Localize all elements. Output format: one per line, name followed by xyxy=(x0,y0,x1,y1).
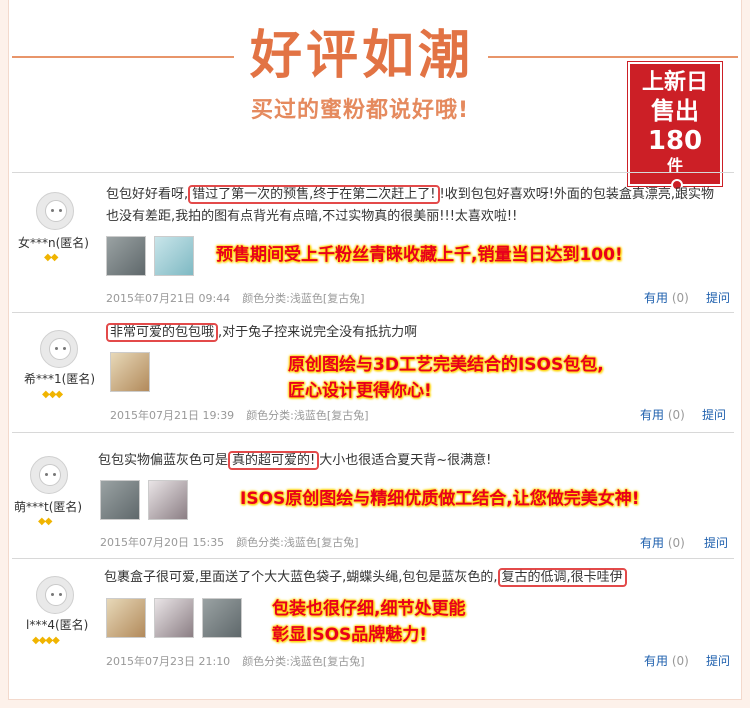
color-label: 颜色分类: xyxy=(242,655,290,668)
promo-caption: 包装也很仔细,细节处更能 彰显ISOS品牌魅力! xyxy=(272,599,466,645)
header-rule-right xyxy=(488,56,738,58)
ask-link[interactable]: 提问 xyxy=(702,406,726,423)
badge-sold-count: 180 xyxy=(647,126,703,156)
default-avatar-icon xyxy=(45,200,67,222)
review-meta: 2015年07月21日 09:44 颜色分类:浅蓝色[复古兔] xyxy=(106,290,365,306)
default-avatar-icon xyxy=(39,464,61,486)
useful-count: (0) xyxy=(671,654,689,668)
review-photo[interactable] xyxy=(154,598,194,638)
useful-button[interactable]: 有用 (0) xyxy=(640,406,685,423)
review-highlight: 复古的低调,很卡哇伊 xyxy=(497,568,627,587)
review-meta: 2015年07月20日 15:35 颜色分类:浅蓝色[复古兔] xyxy=(100,534,359,550)
username[interactable]: l***4(匿名) xyxy=(26,616,88,633)
review-meta: 2015年07月23日 21:10 颜色分类:浅蓝色[复古兔] xyxy=(106,653,365,669)
promo-caption: 预售期间受上千粉丝青睐收藏上千,销量当日达到100! xyxy=(216,245,623,265)
review-date: 2015年07月21日 19:39 xyxy=(110,409,235,422)
review-photo[interactable] xyxy=(106,598,146,638)
review-date: 2015年07月20日 15:35 xyxy=(100,536,225,549)
review-photo[interactable] xyxy=(100,480,140,520)
review-date: 2015年07月23日 21:10 xyxy=(106,655,231,668)
review-highlight: 非常可爱的包包哦 xyxy=(106,323,219,342)
review-highlight: 真的超可爱的! xyxy=(228,451,320,470)
ask-link[interactable]: 提问 xyxy=(704,534,728,551)
page-title: 好评如潮 xyxy=(249,25,474,86)
divider xyxy=(12,432,734,433)
badge-line-2: 售出 xyxy=(651,97,699,125)
review-text: 包包好好看呀, 错过了第一次的预售,终于在第二次赶上了! !收到包包好喜欢呀!外面的… xyxy=(106,185,715,224)
review-photo[interactable] xyxy=(202,598,242,638)
useful-count: (0) xyxy=(671,291,689,305)
useful-count: (0) xyxy=(667,408,685,422)
avatar xyxy=(40,330,78,368)
review-text: 非常可爱的包包哦 ,对于兔子控来说完全没有抵抗力啊 xyxy=(106,322,706,344)
username[interactable]: 萌***t(匿名) xyxy=(14,498,82,515)
badge-line-4: 件 xyxy=(666,156,683,175)
avatar xyxy=(36,192,74,230)
useful-button[interactable]: 有用 (0) xyxy=(644,652,689,669)
review-photo[interactable] xyxy=(110,352,150,392)
divider xyxy=(12,558,734,559)
badge-line-1: 上新日 xyxy=(641,70,708,95)
divider xyxy=(12,172,734,173)
review-photo[interactable] xyxy=(154,236,194,276)
ask-link[interactable]: 提问 xyxy=(706,289,730,306)
buyer-level-icon: ◆◆◆ xyxy=(42,389,63,400)
review-photo[interactable] xyxy=(106,236,146,276)
color-label: 颜色分类: xyxy=(242,292,290,305)
color-value: 浅蓝色[复古兔] xyxy=(283,536,359,549)
divider xyxy=(12,312,734,313)
color-value: 浅蓝色[复古兔] xyxy=(289,292,365,305)
useful-button[interactable]: 有用 (0) xyxy=(644,289,689,306)
username[interactable]: 希***1(匿名) xyxy=(24,370,95,387)
color-value: 浅蓝色[复古兔] xyxy=(293,409,369,422)
buyer-level-icon: ◆◆ xyxy=(44,252,58,263)
promo-caption: 原创图绘与3D工艺完美结合的ISOS包包, 匠心设计更得你心! xyxy=(288,355,604,401)
review-text: 包裹盒子很可爱,里面送了个大大蓝色袋子,蝴蝶头绳,包包是蓝灰色的, 复古的低调,很… xyxy=(104,567,734,589)
avatar xyxy=(30,456,68,494)
review-highlight: 错过了第一次的预售,终于在第二次赶上了! xyxy=(188,185,440,204)
color-label: 颜色分类: xyxy=(236,536,284,549)
ask-link[interactable]: 提问 xyxy=(706,652,730,669)
review-text: 包包实物偏蓝灰色可是 真的超可爱的! 大小也很适合夏天背~很满意! xyxy=(98,451,492,470)
review-date: 2015年07月21日 09:44 xyxy=(106,292,231,305)
promo-caption: ISOS原创图绘与精细优质做工结合,让您做完美女神! xyxy=(240,489,640,509)
review-meta: 2015年07月21日 19:39 颜色分类:浅蓝色[复古兔] xyxy=(110,407,369,423)
buyer-level-icon: ◆◆◆◆ xyxy=(32,635,60,646)
buyer-level-icon: ◆◆ xyxy=(38,516,52,527)
page-subtitle: 买过的蜜粉都说好哦! xyxy=(250,98,470,123)
useful-button[interactable]: 有用 (0) xyxy=(640,534,685,551)
sales-badge: 上新日 售出 180 件 xyxy=(628,62,722,191)
avatar xyxy=(36,576,74,614)
username[interactable]: 女***n(匿名) xyxy=(18,234,89,251)
review-photo[interactable] xyxy=(148,480,188,520)
useful-count: (0) xyxy=(667,536,685,550)
color-label: 颜色分类: xyxy=(246,409,294,422)
default-avatar-icon xyxy=(45,584,67,606)
color-value: 浅蓝色[复古兔] xyxy=(289,655,365,668)
header-rule-left xyxy=(12,56,234,58)
default-avatar-icon xyxy=(49,338,71,360)
